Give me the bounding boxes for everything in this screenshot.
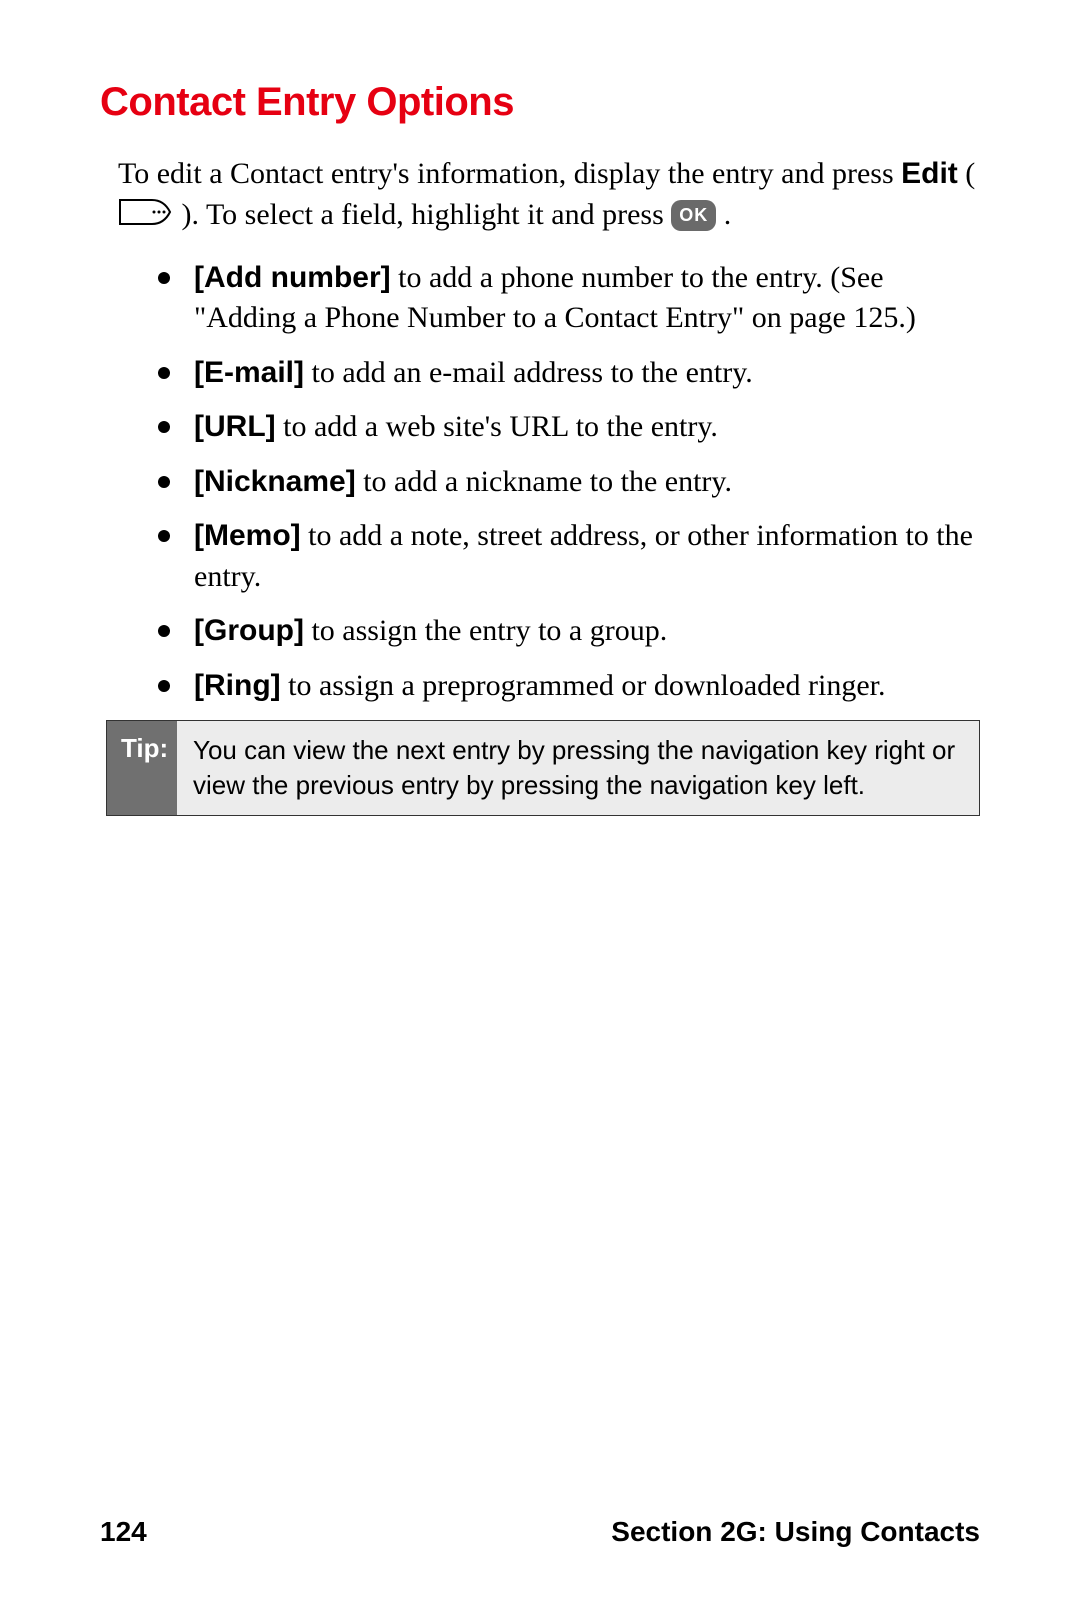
list-item: [Nickname] to add a nickname to the entr… — [158, 462, 980, 503]
intro-text-2: ). To select a field, highlight it and p… — [182, 198, 672, 231]
option-text: to add a note, street address, or other … — [194, 519, 973, 593]
tip-label: Tip: — [107, 721, 177, 815]
option-text: to add a nickname to the entry. — [356, 465, 732, 498]
option-label: [Group] — [194, 614, 304, 647]
section-heading: Contact Entry Options — [100, 80, 980, 125]
option-text: to add an e-mail address to the entry. — [304, 356, 753, 389]
list-item: [URL] to add a web site's URL to the ent… — [158, 407, 980, 448]
list-item: [Ring] to assign a preprogrammed or down… — [158, 666, 980, 707]
intro-text-1: To edit a Contact entry's information, d… — [118, 157, 901, 190]
option-label: [Ring] — [194, 669, 281, 702]
list-item: [Group] to assign the entry to a group. — [158, 611, 980, 652]
page-footer: 124 Section 2G: Using Contacts — [100, 1516, 980, 1548]
option-label: [Nickname] — [194, 465, 356, 498]
manual-page: Contact Entry Options To edit a Contact … — [0, 0, 1080, 1620]
option-label: [Add number] — [194, 261, 391, 294]
ok-button-icon: OK — [671, 200, 716, 231]
tip-body: You can view the next entry by pressing … — [177, 721, 979, 815]
section-title: Section 2G: Using Contacts — [611, 1516, 980, 1548]
option-text: to add a web site's URL to the entry. — [276, 410, 718, 443]
option-text: to assign the entry to a group. — [304, 614, 667, 647]
intro-period: . — [724, 198, 732, 231]
tip-box: Tip: You can view the next entry by pres… — [106, 720, 980, 816]
option-text: to assign a preprogrammed or downloaded … — [281, 669, 886, 702]
option-label: [E-mail] — [194, 356, 304, 389]
list-item: [Memo] to add a note, street address, or… — [158, 516, 980, 597]
intro-paren-open: ( — [965, 157, 975, 190]
list-item: [E-mail] to add an e-mail address to the… — [158, 353, 980, 394]
page-number: 124 — [100, 1516, 147, 1548]
option-label: [URL] — [194, 410, 276, 443]
list-item: [Add number] to add a phone number to th… — [158, 258, 980, 339]
right-softkey-icon — [118, 198, 174, 239]
edit-softkey-label: Edit — [901, 157, 958, 190]
option-label: [Memo] — [194, 519, 301, 552]
intro-paragraph: To edit a Contact entry's information, d… — [100, 153, 980, 240]
options-list: [Add number] to add a phone number to th… — [100, 258, 980, 707]
